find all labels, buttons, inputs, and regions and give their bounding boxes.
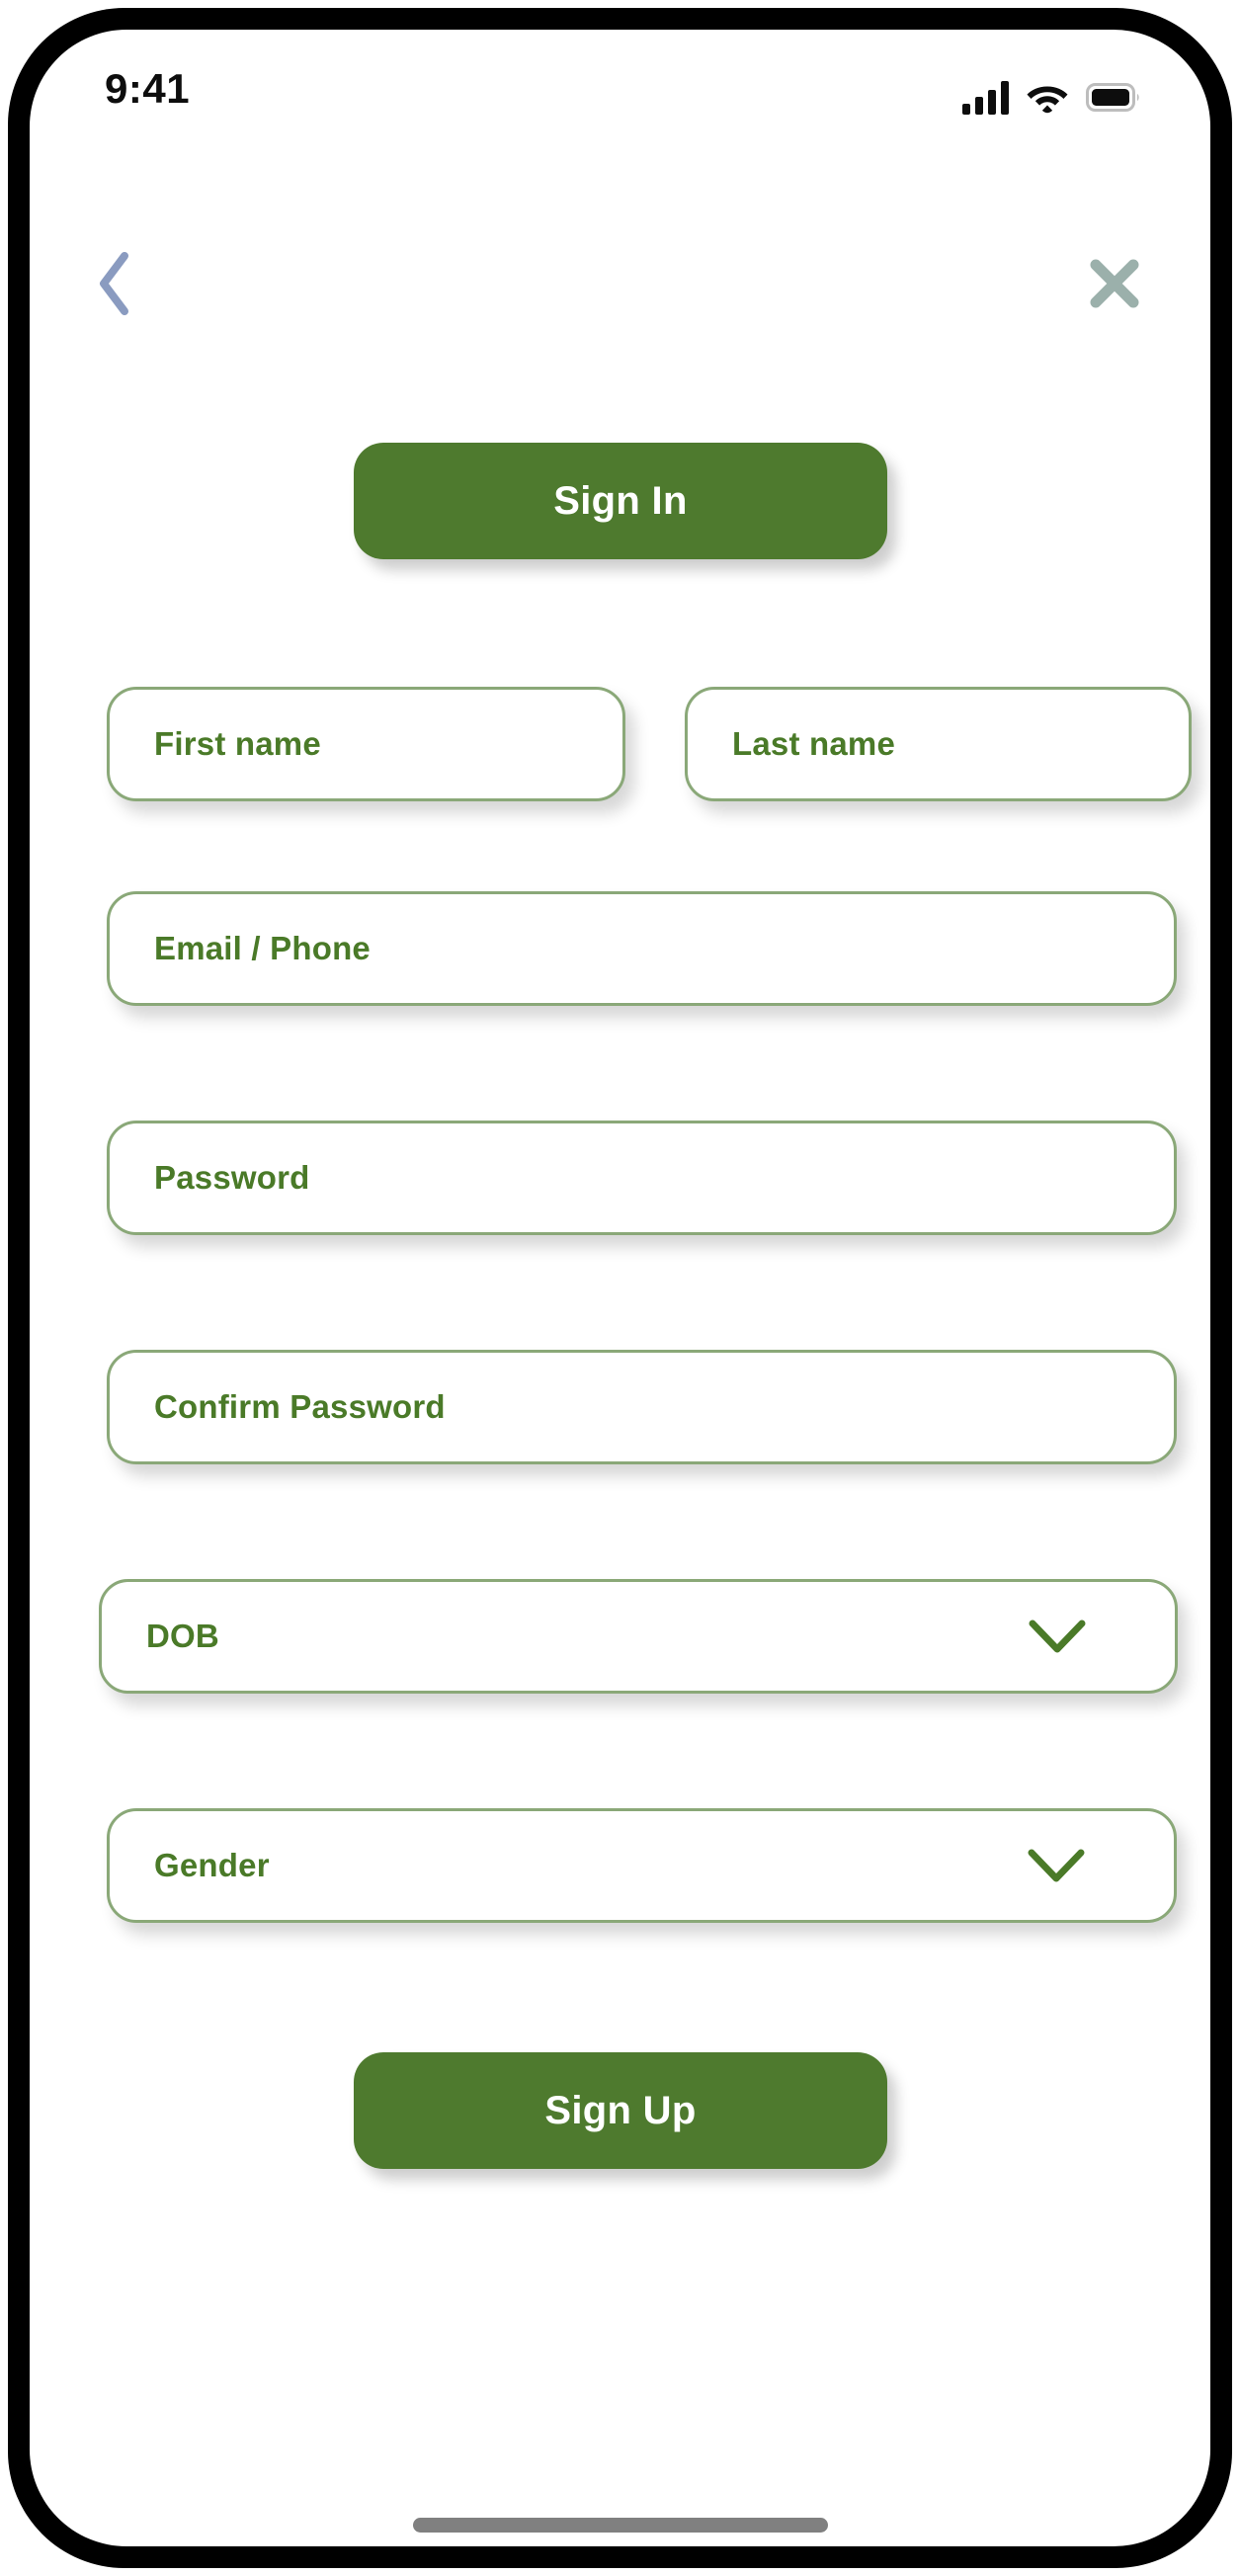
last-name-label: Last name [732,725,896,762]
first-name-input[interactable]: First name [107,687,625,801]
confirm-password-input[interactable]: Confirm Password [107,1350,1177,1464]
confirm-password-label: Confirm Password [154,1388,446,1425]
sign-up-button[interactable]: Sign Up [354,2052,887,2169]
password-label: Password [154,1159,310,1196]
signup-form: Sign In First name Last name Email / Pho… [30,30,1210,2546]
dob-select[interactable]: DOB [99,1579,1178,1694]
gender-label: Gender [154,1847,270,1883]
gender-select[interactable]: Gender [107,1808,1177,1923]
home-indicator[interactable] [412,2518,828,2533]
dob-label: DOB [146,1618,219,1654]
email-phone-label: Email / Phone [154,930,371,966]
phone-screen: 9:41 Sign In First name Last name Email … [30,30,1210,2546]
phone-device-frame: 9:41 Sign In First name Last name Email … [8,8,1232,2568]
password-input[interactable]: Password [107,1121,1177,1235]
sign-in-button[interactable]: Sign In [354,443,887,559]
chevron-down-icon [1026,1847,1174,1884]
email-phone-input[interactable]: Email / Phone [107,891,1177,1006]
last-name-input[interactable]: Last name [685,687,1192,801]
chevron-down-icon [1027,1618,1175,1655]
first-name-label: First name [154,725,321,762]
